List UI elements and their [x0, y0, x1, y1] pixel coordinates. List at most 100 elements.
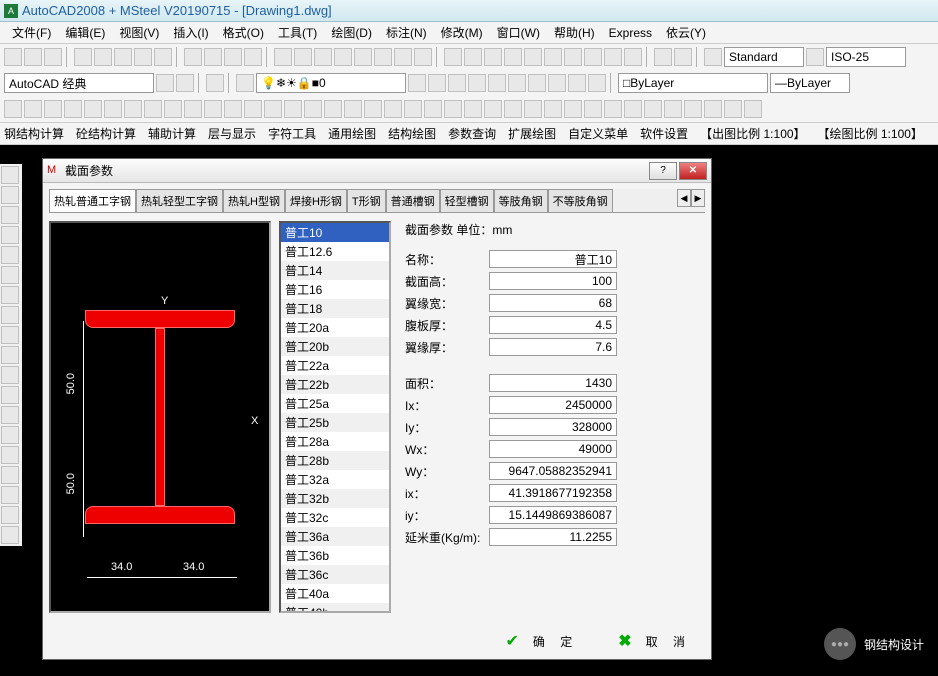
tool-icon[interactable]: [4, 48, 22, 66]
tool-icon[interactable]: [294, 48, 312, 66]
tool-icon[interactable]: [4, 100, 22, 118]
tool-icon[interactable]: [264, 100, 282, 118]
tool-icon[interactable]: [548, 74, 566, 92]
tab[interactable]: 等肢角钢: [494, 189, 548, 212]
tab[interactable]: T形钢: [347, 189, 386, 212]
layer-combo[interactable]: 💡❄☀🔒■ 0: [256, 73, 406, 93]
tool-icon[interactable]: [84, 100, 102, 118]
plugin-item[interactable]: 结构绘图: [388, 125, 436, 142]
rect-icon[interactable]: [1, 246, 19, 264]
menu-insert[interactable]: 插入(I): [167, 22, 214, 43]
tool-icon[interactable]: [394, 48, 412, 66]
list-item[interactable]: 普工20a: [281, 318, 389, 337]
point-icon[interactable]: [1, 426, 19, 444]
tool-icon[interactable]: [654, 48, 672, 66]
tool-icon[interactable]: [224, 100, 242, 118]
list-item[interactable]: 普工10: [281, 223, 389, 242]
tool-icon[interactable]: [564, 100, 582, 118]
tool-icon[interactable]: [284, 100, 302, 118]
list-item[interactable]: 普工16: [281, 280, 389, 299]
plugin-item[interactable]: 参数查询: [448, 125, 496, 142]
line-icon[interactable]: [1, 166, 19, 184]
ellipse-icon[interactable]: [1, 346, 19, 364]
tool-icon[interactable]: [584, 100, 602, 118]
tool-icon[interactable]: [524, 48, 542, 66]
revcloud-icon[interactable]: [1, 306, 19, 324]
tool-icon[interactable]: [448, 74, 466, 92]
tool-icon[interactable]: [244, 100, 262, 118]
list-item[interactable]: 普工40b: [281, 603, 389, 613]
list-item[interactable]: 普工28b: [281, 451, 389, 470]
tool-icon[interactable]: [324, 100, 342, 118]
menu-file[interactable]: 文件(F): [6, 22, 57, 43]
tab[interactable]: 不等肢角钢: [548, 189, 613, 212]
tool-icon[interactable]: [104, 100, 122, 118]
cline-icon[interactable]: [1, 186, 19, 204]
cancel-button[interactable]: ✖取 消: [618, 631, 691, 651]
plugin-item[interactable]: 软件设置: [640, 125, 688, 142]
tool-icon[interactable]: [24, 48, 42, 66]
tool-icon[interactable]: [176, 74, 194, 92]
plugin-item[interactable]: 字符工具: [268, 125, 316, 142]
menu-dim[interactable]: 标注(N): [380, 22, 433, 43]
menu-yiyun[interactable]: 依云(Y): [660, 22, 712, 43]
param-value[interactable]: 11.2255: [489, 528, 617, 546]
list-item[interactable]: 普工36c: [281, 565, 389, 584]
tool-icon[interactable]: [624, 48, 642, 66]
param-value[interactable]: 普工10: [489, 250, 617, 268]
plugin-item[interactable]: 辅助计算: [148, 125, 196, 142]
tool-icon[interactable]: [408, 74, 426, 92]
list-item[interactable]: 普工28a: [281, 432, 389, 451]
tool-icon[interactable]: [74, 48, 92, 66]
tool-icon[interactable]: [354, 48, 372, 66]
list-item[interactable]: 普工22a: [281, 356, 389, 375]
param-value[interactable]: 68: [489, 294, 617, 312]
dim-icon[interactable]: [806, 48, 824, 66]
profile-list[interactable]: 普工10普工12.6普工14普工16普工18普工20a普工20b普工22a普工2…: [279, 221, 391, 613]
tool-icon[interactable]: [164, 100, 182, 118]
tab-scroll-left[interactable]: ◀: [677, 189, 691, 207]
tool-icon[interactable]: [24, 100, 42, 118]
param-value[interactable]: 9647.05882352941: [489, 462, 617, 480]
arc-icon[interactable]: [1, 266, 19, 284]
list-item[interactable]: 普工36b: [281, 546, 389, 565]
tool-icon[interactable]: [144, 100, 162, 118]
tool-icon[interactable]: [44, 48, 62, 66]
list-item[interactable]: 普工14: [281, 261, 389, 280]
list-item[interactable]: 普工32b: [281, 489, 389, 508]
param-value[interactable]: 7.6: [489, 338, 617, 356]
param-value[interactable]: 328000: [489, 418, 617, 436]
tool-icon[interactable]: [644, 100, 662, 118]
tool-icon[interactable]: [488, 74, 506, 92]
tool-icon[interactable]: [444, 100, 462, 118]
tool-icon[interactable]: [94, 48, 112, 66]
standard-combo[interactable]: Standard: [724, 47, 804, 67]
tool-icon[interactable]: [674, 48, 692, 66]
tool-icon[interactable]: [484, 100, 502, 118]
tool-icon[interactable]: [154, 48, 172, 66]
tool-icon[interactable]: [206, 74, 224, 92]
list-item[interactable]: 普工36a: [281, 527, 389, 546]
list-item[interactable]: 普工25b: [281, 413, 389, 432]
param-value[interactable]: 2450000: [489, 396, 617, 414]
param-value[interactable]: 1430: [489, 374, 617, 392]
tool-icon[interactable]: [464, 48, 482, 66]
tab[interactable]: 热轧H型钢: [223, 189, 285, 212]
tool-icon[interactable]: [374, 48, 392, 66]
tool-icon[interactable]: [184, 48, 202, 66]
menu-help[interactable]: 帮助(H): [548, 22, 601, 43]
plugin-item[interactable]: 砼结构计算: [76, 125, 136, 142]
tool-icon[interactable]: [184, 100, 202, 118]
list-item[interactable]: 普工18: [281, 299, 389, 318]
tool-icon[interactable]: [528, 74, 546, 92]
region-icon[interactable]: [1, 486, 19, 504]
tool-icon[interactable]: [484, 48, 502, 66]
tool-icon[interactable]: [524, 100, 542, 118]
tool-icon[interactable]: [624, 100, 642, 118]
plugin-item[interactable]: 自定义菜单: [568, 125, 628, 142]
tool-icon[interactable]: [224, 48, 242, 66]
iso25-combo[interactable]: ISO-25: [826, 47, 906, 67]
insert-icon[interactable]: [1, 386, 19, 404]
plugin-item[interactable]: 钢结构计算: [4, 125, 64, 142]
tool-icon[interactable]: [404, 100, 422, 118]
